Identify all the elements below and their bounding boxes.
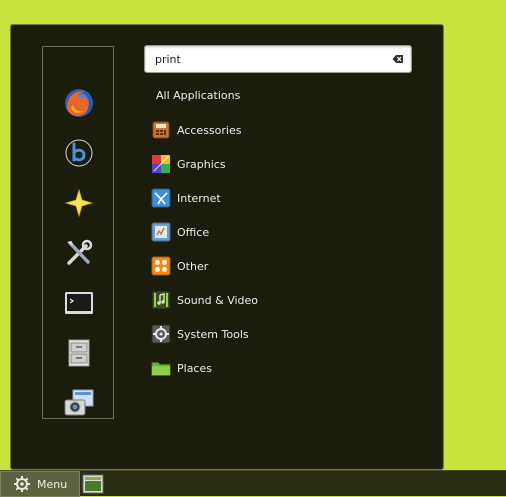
favorite-terminal[interactable] xyxy=(61,285,97,321)
category-label: Sound & Video xyxy=(177,293,259,307)
category-list: Accessories Graphics Internet Office Oth… xyxy=(151,113,431,385)
category-graphics[interactable]: Graphics xyxy=(151,147,431,181)
other-icon xyxy=(151,256,171,276)
category-label: Internet xyxy=(177,191,221,205)
category-system-tools[interactable]: System Tools xyxy=(151,317,431,351)
category-sound-video[interactable]: Sound & Video xyxy=(151,283,431,317)
menu-button-label: Menu xyxy=(37,477,68,491)
category-label: Office xyxy=(177,225,210,239)
system-tools-icon xyxy=(151,324,171,344)
taskbar: Menu xyxy=(0,470,506,497)
category-office[interactable]: Office xyxy=(151,215,431,249)
category-label: Graphics xyxy=(177,157,226,171)
category-other[interactable]: Other xyxy=(151,249,431,283)
favorite-star[interactable] xyxy=(61,185,97,221)
favorite-screenshot[interactable] xyxy=(61,385,97,421)
favorite-tools[interactable] xyxy=(61,235,97,271)
favorite-file-cabinet[interactable] xyxy=(61,335,97,371)
category-accessories[interactable]: Accessories xyxy=(151,113,431,147)
show-desktop-icon[interactable] xyxy=(82,474,104,494)
search-box xyxy=(144,45,412,73)
search-input[interactable] xyxy=(145,46,385,72)
menu-button[interactable]: Menu xyxy=(0,471,80,497)
internet-icon xyxy=(151,188,171,208)
tools-icon xyxy=(67,239,93,265)
favorites-panel xyxy=(42,46,114,419)
gear-icon xyxy=(14,476,30,492)
category-label: Accessories xyxy=(177,123,242,137)
file-cabinet-icon xyxy=(68,339,90,367)
favorite-banshee[interactable] xyxy=(61,135,97,171)
firefox-icon xyxy=(65,89,93,117)
sound-video-icon xyxy=(151,290,171,310)
category-label: Other xyxy=(177,259,209,273)
all-applications-item[interactable]: All Applications xyxy=(156,89,240,102)
screenshot-icon xyxy=(64,389,94,416)
star-icon xyxy=(64,188,94,218)
clear-search-icon[interactable] xyxy=(392,53,404,65)
office-icon xyxy=(151,222,171,242)
banshee-icon xyxy=(65,139,93,167)
places-icon xyxy=(151,358,171,378)
accessories-icon xyxy=(151,120,171,140)
category-label: System Tools xyxy=(177,327,249,341)
terminal-icon xyxy=(65,292,93,314)
favorite-firefox[interactable] xyxy=(61,85,97,121)
application-menu: All Applications Accessories Graphics In… xyxy=(10,24,444,470)
graphics-icon xyxy=(151,154,171,174)
category-internet[interactable]: Internet xyxy=(151,181,431,215)
category-label: Places xyxy=(177,361,212,375)
category-places[interactable]: Places xyxy=(151,351,431,385)
